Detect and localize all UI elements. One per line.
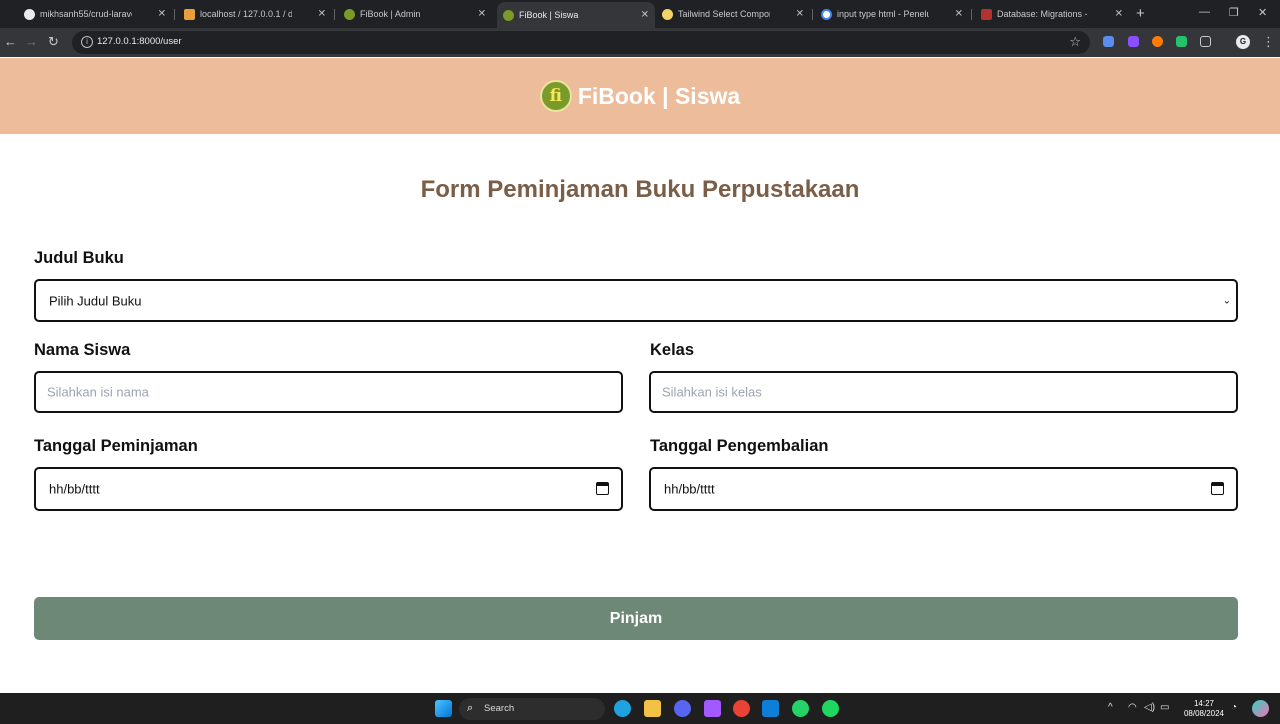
extension-icon[interactable] [1152, 36, 1163, 47]
pinjam-button[interactable]: Pinjam [34, 597, 1238, 640]
clock-date: 08/08/2024 [1183, 709, 1225, 718]
tab-github[interactable]: mikhsanh55/crud-laravel ✕ [18, 4, 172, 24]
tanggal-peminjaman-value: hh/bb/tttt [49, 481, 100, 497]
file-explorer-icon[interactable] [644, 700, 661, 717]
judul-buku-selected-value: Pilih Judul Buku [49, 293, 142, 308]
tab-laravel-docs[interactable]: Database: Migrations - Laravel ✕ [975, 4, 1129, 24]
calendar-icon[interactable] [596, 482, 609, 495]
whatsapp-icon[interactable] [792, 700, 809, 717]
windows-taskbar: ⌕ Search ^ ◠ ◁) ▭ 14:27 08/08/2024 ◔ [0, 693, 1280, 724]
tab-close-icon[interactable]: ✕ [158, 9, 166, 20]
tab-separator [334, 9, 335, 20]
judul-buku-select[interactable]: Pilih Judul Buku ⌄ [34, 279, 1238, 322]
google-icon [821, 8, 832, 20]
tanggal-pengembalian-value: hh/bb/tttt [664, 481, 715, 497]
chrome-icon[interactable] [733, 700, 750, 717]
forward-icon[interactable]: → [25, 34, 38, 49]
taskbar-search[interactable]: ⌕ Search [459, 698, 605, 720]
tab-phpmyadmin[interactable]: localhost / 127.0.0.1 / db_fibook ✕ [178, 4, 332, 24]
brand[interactable]: fi FiBook | Siswa [539, 80, 741, 112]
browser-menu-icon[interactable]: ⋮ [1262, 34, 1275, 50]
clock-time: 14:27 [1193, 699, 1215, 708]
chevron-down-icon: ⌄ [1222, 295, 1231, 306]
extension-icon[interactable] [1176, 36, 1187, 47]
phpmyadmin-icon [184, 8, 195, 20]
calendar-icon[interactable] [1211, 482, 1224, 495]
extension-icon[interactable] [1103, 36, 1114, 47]
browser-tab-strip: mikhsanh55/crud-laravel ✕ localhost / 12… [0, 0, 1280, 28]
form-title: Form Peminjaman Buku Perpustakaan [420, 176, 860, 203]
tanggal-pengembalian-label: Tanggal Pengembalian [650, 437, 829, 455]
tanggal-peminjaman-date-input[interactable]: hh/bb/tttt [34, 467, 623, 511]
kelas-input[interactable]: Silahkan isi kelas [649, 371, 1238, 413]
copilot-icon[interactable] [1252, 700, 1269, 717]
tab-close-icon[interactable]: ✕ [641, 10, 649, 21]
search-icon: ⌕ [467, 702, 474, 714]
github-icon [24, 8, 35, 20]
vscode-icon[interactable] [762, 700, 779, 717]
close-window-icon[interactable]: ✕ [1258, 6, 1267, 19]
windows-start-icon[interactable] [435, 700, 452, 717]
tray-overflow-icon[interactable]: ^ [1108, 702, 1113, 713]
tab-separator [174, 9, 175, 20]
taskbar-search-label: Search [484, 703, 515, 714]
restore-icon[interactable]: ❐ [1229, 6, 1239, 19]
tanggal-pengembalian-date-input[interactable]: hh/bb/tttt [649, 467, 1238, 511]
site-info-icon[interactable]: i [81, 36, 93, 48]
extensions-puzzle-icon[interactable] [1200, 36, 1211, 47]
discord-icon[interactable] [674, 700, 691, 717]
site-title: FiBook | Siswa [577, 82, 741, 109]
minimize-icon[interactable]: — [1199, 6, 1210, 18]
profile-avatar[interactable]: G [1236, 35, 1250, 49]
nama-siswa-placeholder: Silahkan isi nama [47, 384, 149, 400]
site-header: fi FiBook | Siswa [0, 58, 1280, 134]
address-bar[interactable]: i 127.0.0.1:8000/user ☆ [72, 31, 1090, 54]
tab-fibook-admin[interactable]: FiBook | Admin ✕ [338, 4, 492, 24]
url-text[interactable]: 127.0.0.1:8000/user [97, 36, 182, 47]
figma-icon[interactable] [704, 700, 721, 717]
kelas-label: Kelas [650, 341, 695, 359]
wifi-icon[interactable]: ◠ [1128, 702, 1137, 713]
tab-close-icon[interactable]: ✕ [955, 9, 963, 20]
tab-close-icon[interactable]: ✕ [318, 9, 326, 20]
spotify-icon[interactable] [822, 700, 839, 717]
tab-separator [812, 9, 813, 20]
reload-icon[interactable]: ↻ [48, 34, 59, 50]
tab-separator [971, 9, 972, 20]
fibook-icon [344, 8, 355, 20]
new-tab-button[interactable]: + [1136, 5, 1145, 22]
laravel-icon [981, 8, 992, 20]
nama-siswa-input[interactable]: Silahkan isi nama [34, 371, 623, 413]
battery-icon[interactable]: ▭ [1160, 702, 1169, 713]
extension-icon[interactable] [1128, 36, 1139, 47]
tab-close-icon[interactable]: ✕ [796, 9, 804, 20]
volume-icon[interactable]: ◁) [1144, 702, 1155, 713]
tab-fibook-siswa[interactable]: FiBook | Siswa ✕ [497, 2, 655, 28]
nama-siswa-label: Nama Siswa [34, 341, 131, 359]
kelas-placeholder: Silahkan isi kelas [662, 384, 762, 400]
judul-buku-label: Judul Buku [34, 249, 124, 267]
tailwind-icon [662, 8, 673, 20]
notification-bell-icon[interactable]: ◔ [1231, 702, 1237, 713]
tanggal-peminjaman-label: Tanggal Peminjaman [34, 437, 198, 455]
tab-tailwind[interactable]: Tailwind Select Component — ✕ [656, 4, 810, 24]
fibook-icon [503, 9, 514, 21]
browser-toolbar: ← → ↻ i 127.0.0.1:8000/user ☆ G ⋮ [0, 28, 1280, 57]
taskbar-clock[interactable]: 14:27 08/08/2024 [1181, 699, 1227, 719]
tab-google-search[interactable]: input type html - Penelusuran G ✕ [815, 4, 969, 24]
fibook-logo-icon: fi [539, 80, 572, 112]
tab-close-icon[interactable]: ✕ [478, 9, 486, 20]
bookmark-star-icon[interactable]: ☆ [1069, 34, 1081, 50]
edge-icon[interactable] [614, 700, 631, 717]
tab-close-icon[interactable]: ✕ [1115, 9, 1123, 20]
back-icon[interactable]: ← [4, 34, 17, 49]
